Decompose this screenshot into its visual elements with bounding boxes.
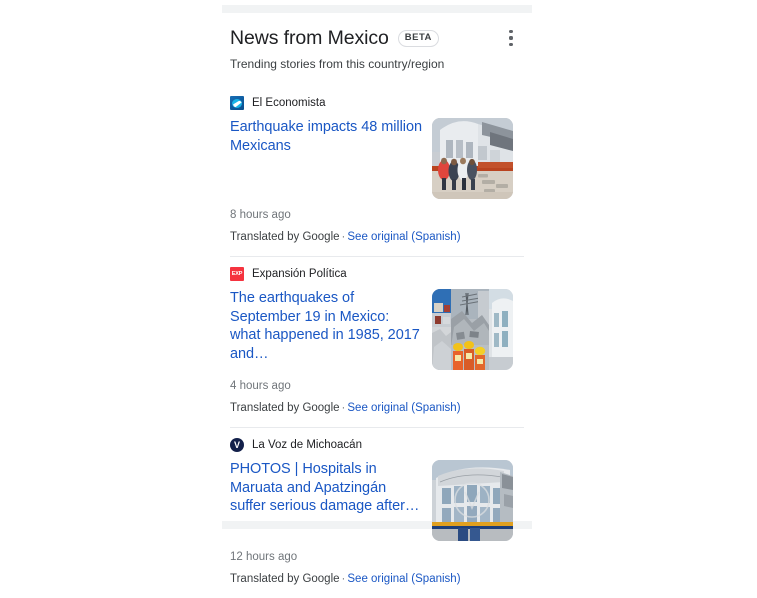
article-body: PHOTOS | Hospitals in Maruata and Apatzi… [230,460,524,541]
source-row: V La Voz de Michoacán [230,428,524,452]
page-title: News from Mexico [230,27,389,49]
see-original-link[interactable]: See original (Spanish) [347,573,460,585]
source-name: El Economista [252,97,326,109]
see-original-link[interactable]: See original (Spanish) [347,402,460,414]
see-original-link[interactable]: See original (Spanish) [347,231,460,243]
list-item[interactable]: El Economista Earthquake impacts 48 mill… [222,86,532,256]
article-attribution: Translated by Google · See original (Spani… [230,230,524,256]
overflow-menu-icon[interactable] [500,25,522,51]
article-attribution: Translated by Google · See original (Spani… [230,572,524,598]
list-item[interactable]: V La Voz de Michoacán PHOTOS | Hospitals… [222,428,532,598]
la-voz-de-michoacan-favicon: V [230,438,244,452]
translation-note: Translated by Google [230,573,340,585]
source-row: EXP Expansión Política [230,257,524,281]
translation-note: Translated by Google [230,231,340,243]
article-list: El Economista Earthquake impacts 48 mill… [222,86,532,598]
article-body: Earthquake impacts 48 million Mexicans [230,118,524,199]
article-thumbnail[interactable] [432,118,513,199]
expansion-politica-favicon: EXP [230,267,244,281]
article-timestamp: 12 hours ago [230,551,298,563]
menu-dot [509,36,513,40]
menu-dot [509,30,513,34]
list-item[interactable]: EXP Expansión Política The earthquakes o… [222,257,532,427]
el-economista-favicon [230,96,244,110]
separator: · [341,573,346,585]
card-subtitle: Trending stories from this country/regio… [230,57,445,71]
article-headline[interactable]: The earthquakes of September 19 in Mexic… [230,289,422,363]
article-timestamp: 8 hours ago [230,209,291,221]
beta-badge: BETA [397,29,439,47]
article-timestamp: 4 hours ago [230,380,291,392]
article-attribution: Translated by Google · See original (Spani… [230,401,524,427]
menu-dot [509,42,513,46]
title-row: News from Mexico BETA [230,26,532,50]
article-thumbnail[interactable] [432,460,513,541]
article-thumbnail[interactable] [432,289,513,370]
translation-note: Translated by Google [230,402,340,414]
article-headline[interactable]: PHOTOS | Hospitals in Maruata and Apatzi… [230,460,422,516]
article-body: The earthquakes of September 19 in Mexic… [230,289,524,370]
page-root: News from Mexico BETA Trending stories f… [0,0,757,585]
card-header: News from Mexico BETA Trending stories f… [222,13,532,72]
article-headline[interactable]: Earthquake impacts 48 million Mexicans [230,118,422,155]
top-scroll-strip [222,5,532,13]
source-name: La Voz de Michoacán [252,439,362,451]
source-row: El Economista [230,86,524,110]
source-name: Expansión Política [252,268,347,280]
news-card: News from Mexico BETA Trending stories f… [222,13,532,585]
